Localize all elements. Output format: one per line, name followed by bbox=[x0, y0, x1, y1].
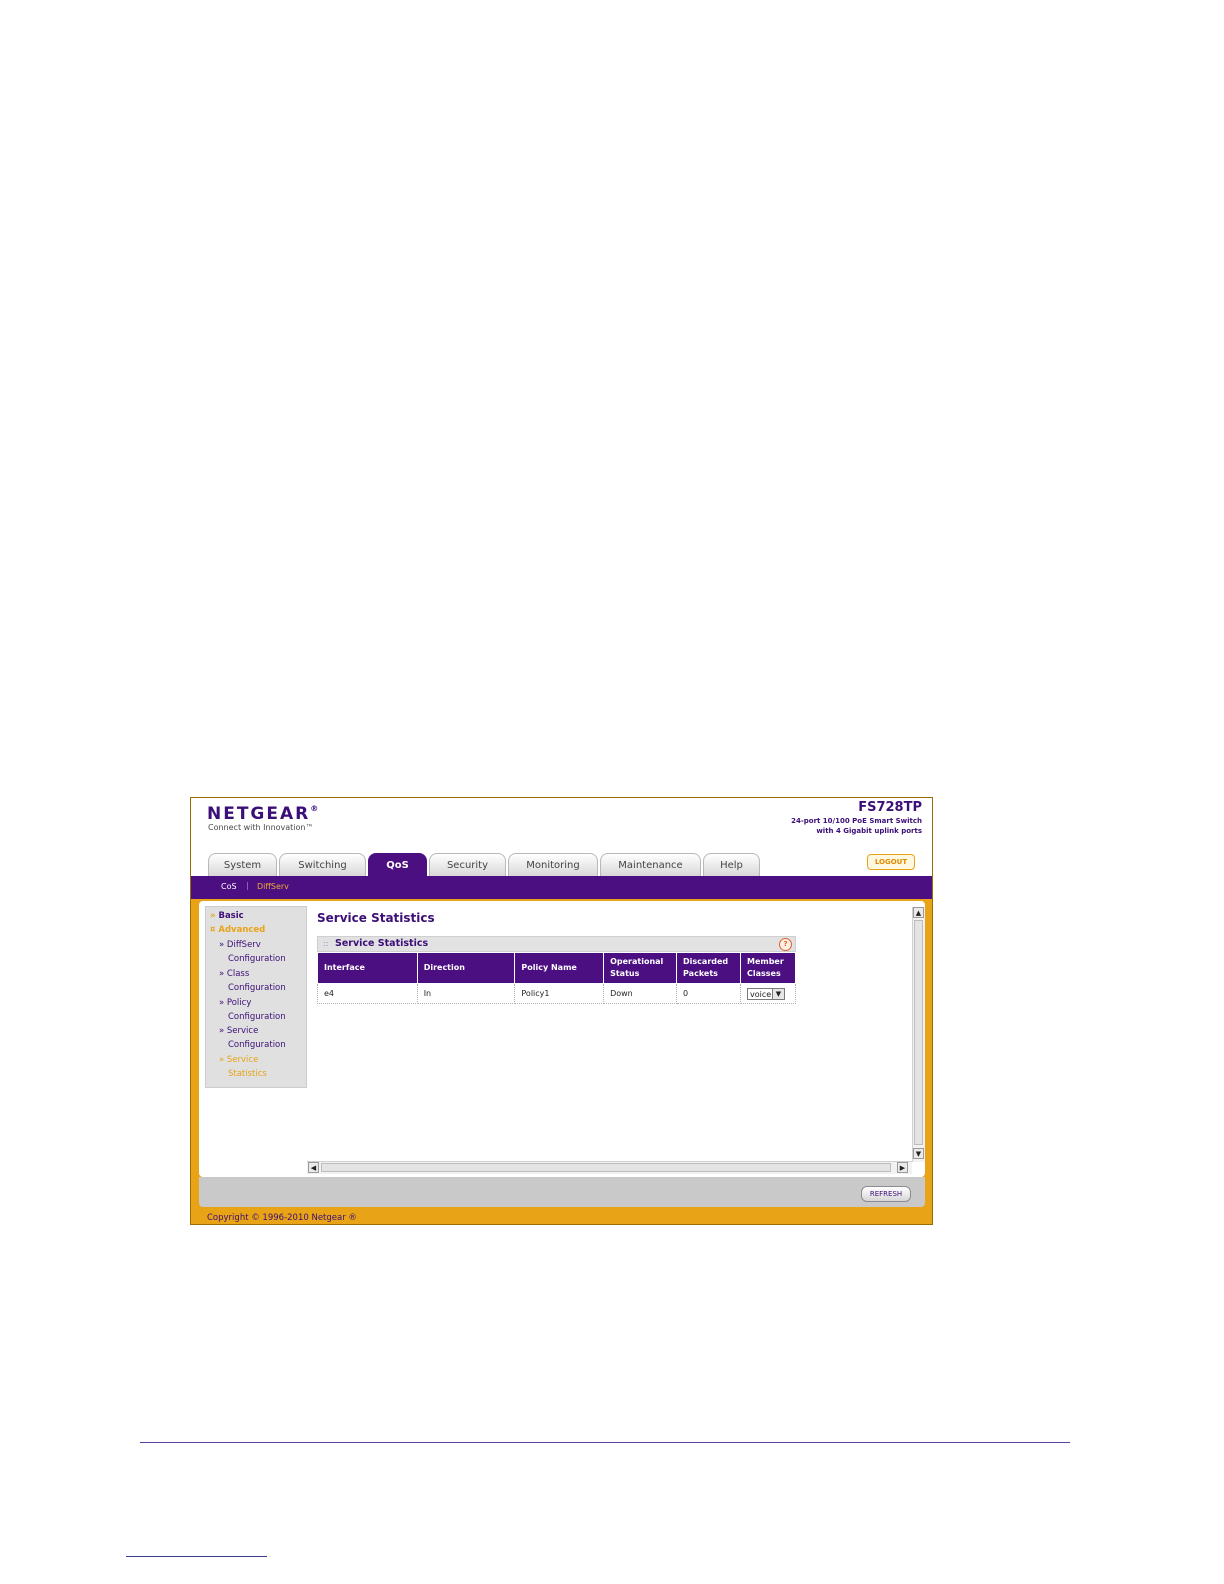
tab-system[interactable]: System bbox=[208, 853, 277, 876]
cell-discarded-packets: 0 bbox=[676, 983, 741, 1004]
sidebar-item-diffserv-configuration[interactable]: » DiffServ bbox=[219, 940, 261, 950]
sidebar-item-policy-configuration-line2[interactable]: Configuration bbox=[228, 1012, 286, 1022]
column-header-discarded-packets: Discarded Packets bbox=[676, 952, 741, 984]
model-desc-line1: 24-port 10/100 PoE Smart Switch bbox=[791, 817, 922, 825]
tab-security[interactable]: Security bbox=[429, 853, 506, 876]
sidebar-item-policy-configuration[interactable]: » Policy bbox=[219, 998, 251, 1008]
panel-title: Service Statistics bbox=[335, 938, 429, 949]
header-text: Packets bbox=[683, 969, 718, 978]
item-bullet: » bbox=[219, 940, 225, 950]
sidebar-item-basic[interactable]: » Basic bbox=[210, 911, 244, 921]
header: NETGEAR® Connect with Innovation™ FS728T… bbox=[191, 798, 932, 899]
cell-policy-name: Policy1 bbox=[514, 983, 605, 1004]
model-name: FS728TP bbox=[858, 800, 922, 815]
page-title: Service Statistics bbox=[317, 911, 435, 925]
content-area: » Basic ¤ Advanced » DiffServ Configurat… bbox=[199, 901, 925, 1177]
panel-grip-icon: :: bbox=[323, 939, 329, 948]
header-text: Policy Name bbox=[521, 963, 577, 972]
header-text: Classes bbox=[746, 969, 781, 978]
copyright: Copyright © 1996-2010 Netgear ® bbox=[207, 1213, 357, 1223]
vertical-scroll-thumb[interactable] bbox=[914, 920, 923, 1145]
cell-member-classes: voice ▼ bbox=[739, 983, 797, 1004]
column-header-direction: Direction bbox=[416, 952, 516, 984]
sidebar-label: DiffServ bbox=[226, 940, 261, 950]
sidebar-item-class-configuration[interactable]: » Class bbox=[219, 969, 249, 979]
table-row: e4 In Policy1 Down 0 voice ▼ bbox=[317, 983, 797, 1004]
header-text: Operational bbox=[610, 957, 664, 966]
item-bullet: » bbox=[219, 1055, 225, 1065]
panel-header: :: Service Statistics ? bbox=[317, 936, 796, 952]
model-desc-line2: with 4 Gigabit uplink ports bbox=[816, 827, 922, 835]
footer-underline bbox=[126, 1556, 267, 1557]
tab-qos[interactable]: QoS bbox=[368, 853, 427, 876]
table-header-row: Interface Direction Policy Name Operatio… bbox=[317, 952, 797, 984]
scroll-left-icon[interactable]: ◀ bbox=[308, 1162, 319, 1173]
column-header-policy-name: Policy Name bbox=[514, 952, 605, 984]
vertical-scrollbar[interactable]: ▲ ▼ bbox=[912, 907, 925, 1162]
collapse-bullet: ¤ bbox=[210, 925, 216, 935]
cell-interface: e4 bbox=[317, 983, 418, 1004]
logo-text: NETGEAR bbox=[207, 804, 311, 824]
subnav-diffserv[interactable]: DiffServ bbox=[257, 882, 289, 891]
item-bullet: » bbox=[219, 1026, 225, 1036]
subnav-separator: | bbox=[246, 881, 249, 890]
sidebar-label: Basic bbox=[218, 911, 244, 921]
column-header-interface: Interface bbox=[317, 952, 418, 984]
header-text: Interface bbox=[324, 963, 365, 972]
footer-toolbar: REFRESH bbox=[199, 1177, 925, 1207]
sidebar-label: Class bbox=[226, 969, 250, 979]
cell-direction: In bbox=[416, 983, 516, 1004]
member-classes-select[interactable]: voice ▼ bbox=[746, 987, 785, 1000]
page-divider bbox=[140, 1442, 1070, 1443]
scroll-right-icon[interactable]: ▶ bbox=[897, 1162, 908, 1173]
cell-operational-status: Down bbox=[603, 983, 678, 1004]
sidebar-item-service-configuration[interactable]: » Service bbox=[219, 1026, 258, 1036]
logo-mark: ® bbox=[310, 804, 321, 813]
sidebar-label: Advanced bbox=[218, 925, 266, 935]
sidebar-label: Policy bbox=[226, 998, 252, 1008]
sidebar-label: Service bbox=[226, 1055, 259, 1065]
subnav-cos[interactable]: CoS bbox=[221, 882, 237, 891]
header-text: Status bbox=[610, 969, 640, 978]
select-value: voice bbox=[749, 989, 772, 999]
scroll-down-icon[interactable]: ▼ bbox=[913, 1148, 924, 1159]
header-text: Member bbox=[746, 957, 784, 966]
app-screenshot: NETGEAR® Connect with Innovation™ FS728T… bbox=[190, 797, 933, 1225]
sidebar-item-service-statistics-line2[interactable]: Statistics bbox=[228, 1069, 267, 1079]
sidebar-item-service-configuration-line2[interactable]: Configuration bbox=[228, 1040, 286, 1050]
chevron-down-icon[interactable]: ▼ bbox=[771, 988, 784, 999]
logout-button[interactable]: LOGOUT bbox=[867, 854, 915, 870]
expand-bullet: » bbox=[210, 911, 216, 921]
tab-monitoring[interactable]: Monitoring bbox=[508, 853, 598, 876]
column-header-member-classes: Member Classes bbox=[739, 952, 797, 984]
item-bullet: » bbox=[219, 969, 225, 979]
sidebar-item-advanced[interactable]: ¤ Advanced bbox=[210, 925, 265, 935]
column-header-operational-status: Operational Status bbox=[603, 952, 678, 984]
header-text: Discarded bbox=[683, 957, 729, 966]
netgear-logo: NETGEAR® bbox=[207, 804, 320, 824]
tab-maintenance[interactable]: Maintenance bbox=[600, 853, 701, 876]
model-description: 24-port 10/100 PoE Smart Switch with 4 G… bbox=[791, 816, 922, 836]
scroll-up-icon[interactable]: ▲ bbox=[913, 907, 924, 918]
tab-help[interactable]: Help bbox=[703, 853, 760, 876]
sidebar-item-service-statistics[interactable]: » Service bbox=[219, 1055, 258, 1065]
refresh-button[interactable]: REFRESH bbox=[861, 1186, 911, 1202]
item-bullet: » bbox=[219, 998, 225, 1008]
horizontal-scroll-thumb[interactable] bbox=[321, 1163, 891, 1172]
horizontal-scrollbar[interactable]: ◀ ▶ bbox=[307, 1161, 912, 1174]
tagline: Connect with Innovation™ bbox=[208, 823, 314, 832]
sidebar-item-diffserv-configuration-line2[interactable]: Configuration bbox=[228, 954, 286, 964]
header-text: Direction bbox=[423, 963, 465, 972]
sidebar-label: Service bbox=[226, 1026, 259, 1036]
help-icon[interactable]: ? bbox=[779, 938, 792, 951]
tab-switching[interactable]: Switching bbox=[279, 853, 366, 876]
sidebar: » Basic ¤ Advanced » DiffServ Configurat… bbox=[205, 906, 307, 1088]
sidebar-item-class-configuration-line2[interactable]: Configuration bbox=[228, 983, 286, 993]
sub-navigation: CoS | DiffServ bbox=[191, 876, 932, 899]
service-statistics-table: Interface Direction Policy Name Operatio… bbox=[317, 952, 797, 1004]
